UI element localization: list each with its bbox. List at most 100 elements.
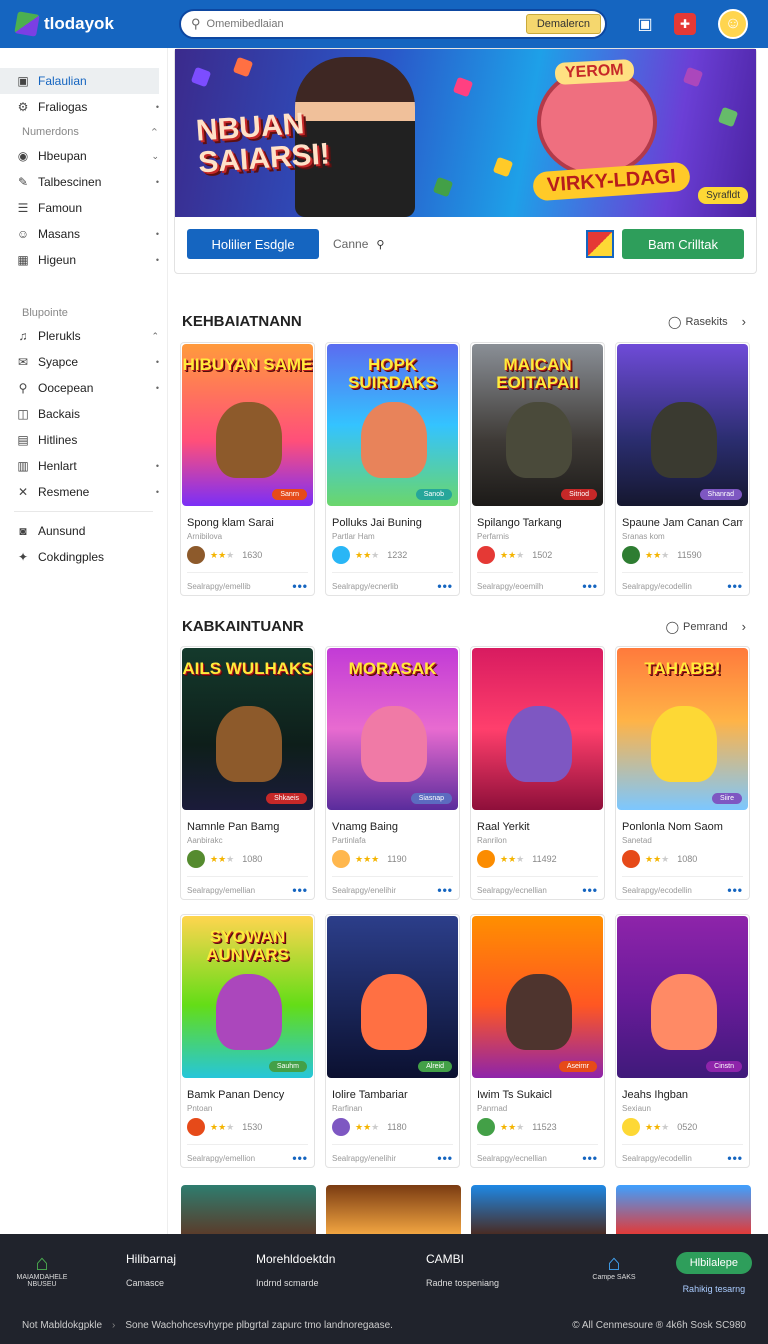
game-card[interactable]: HOPK SUIRDAKS Sanob Polluks Jai Buning Part… — [325, 342, 460, 596]
game-thumbnail[interactable]: MAICAN EOITAPAII Sitriod — [472, 344, 603, 506]
game-name[interactable]: Jeahs Ihgban — [622, 1089, 743, 1101]
sidebar-item[interactable]: ☰ Famoun — [16, 195, 159, 221]
game-thumbnail[interactable]: AILS WULHAKS Shkaeis — [182, 648, 313, 810]
section-more-link[interactable]: ◯ Rasekits › — [668, 314, 746, 329]
game-card-partial[interactable] — [181, 1185, 316, 1235]
game-name[interactable]: Ponlonla Nom Saom — [622, 821, 743, 833]
logo[interactable]: tlodayok — [14, 11, 176, 37]
footer-column-title[interactable]: Morehldoektdn — [256, 1252, 426, 1266]
game-name[interactable]: Iolire Tambariar — [332, 1089, 453, 1101]
game-name[interactable]: Spong klam Sarai — [187, 517, 308, 529]
game-footer: Sealrapgy/ecodellin ••• — [622, 572, 743, 593]
sidebar-item[interactable]: ◫ Backais — [16, 401, 159, 427]
game-card[interactable]: TAHABB! Siire Ponlonla Nom Saom Sanetad ★★★ 1… — [615, 646, 750, 900]
footer-home[interactable]: ⌂ MAIAMDAHELE NBUSEU — [16, 1252, 68, 1289]
more-options-icon[interactable]: ••• — [437, 579, 453, 593]
sidebar-item[interactable]: ♫ Plerukls ⌃ — [16, 323, 160, 349]
more-options-icon[interactable]: ••• — [437, 1151, 453, 1165]
search-input[interactable] — [206, 18, 526, 30]
game-thumbnail[interactable]: SYOWAN AUNVARS Sauhm — [182, 916, 313, 1078]
footer-column-title[interactable]: CAMBI — [426, 1252, 576, 1266]
game-tag: Alreid — [418, 1061, 452, 1072]
more-options-icon[interactable]: ••• — [582, 579, 598, 593]
sidebar-item-label: Famoun — [38, 201, 83, 215]
sidebar-item[interactable]: ✎ Talbescinen • — [16, 169, 159, 195]
sidebar-item[interactable]: ✦ Cokdingples — [16, 544, 159, 570]
notifications-icon[interactable]: ▣ — [634, 13, 656, 35]
footer-column-sub[interactable]: Radne tospeniang — [426, 1278, 576, 1288]
footer-cta-sub[interactable]: Rahikig tesarng — [676, 1284, 752, 1294]
avatar[interactable]: ☺ — [718, 9, 748, 39]
game-card[interactable]: Cinstn Jeahs Ihgban Sexiaun ★★★ 0520 Sealrapg… — [615, 914, 750, 1168]
more-options-icon[interactable]: ••• — [582, 883, 598, 897]
game-grid: SYOWAN AUNVARS Sauhm Bamk Panan Dency Pntoa… — [180, 914, 750, 1168]
game-name[interactable]: Bamk Panan Dency — [187, 1089, 308, 1101]
game-thumbnail[interactable]: HIBUYAN SAME Sanrn — [182, 344, 313, 506]
game-card[interactable]: Aseirnr Iwim Ts Sukaicl Panrnad ★★★ 11523 Sea… — [470, 914, 605, 1168]
game-card-partial[interactable] — [616, 1185, 751, 1235]
game-name[interactable]: Spaune Jam Canan Cam — [622, 517, 743, 529]
flag-icon[interactable] — [586, 230, 614, 258]
game-card[interactable]: MAICAN EOITAPAII Sitriod Spilango Tarkang P… — [470, 342, 605, 596]
sidebar-item[interactable]: ▤ Hitlines — [16, 427, 159, 453]
game-card-partial[interactable] — [326, 1185, 461, 1235]
game-card-partial[interactable] — [471, 1185, 606, 1235]
sidebar-item[interactable]: ▣ Falaulian — [0, 68, 159, 94]
sidebar-item[interactable]: ◙ Aunsund — [16, 518, 159, 544]
footer-cta-button[interactable]: Hlbilalepe — [675, 1252, 752, 1274]
more-options-icon[interactable]: ••• — [582, 1151, 598, 1165]
game-card[interactable]: SYOWAN AUNVARS Sauhm Bamk Panan Dency Pntoa… — [180, 914, 315, 1168]
gift-icon[interactable]: ✚ — [674, 13, 696, 35]
game-thumbnail[interactable]: Aseirnr — [472, 916, 603, 1078]
more-options-icon[interactable]: ••• — [292, 883, 308, 897]
more-options-icon[interactable]: ••• — [292, 579, 308, 593]
sidebar-item[interactable]: ▦ Higeun • — [16, 247, 159, 273]
game-card[interactable]: AILS WULHAKS Shkaeis Namnle Pan Bamg Aanbir… — [180, 646, 315, 900]
sidebar-item[interactable]: ⚙ Fraliogas • — [16, 94, 159, 120]
footer-bottom-left[interactable]: Not Mabldokgpkle — [22, 1320, 102, 1331]
game-name[interactable]: Polluks Jai Buning — [332, 517, 453, 529]
game-card[interactable]: MORASAK Siasnap Vnamg Baing Partinlafa ★★★ 11… — [325, 646, 460, 900]
game-thumbnail[interactable]: HOPK SUIRDAKS Sanob — [327, 344, 458, 506]
game-name[interactable]: Namnle Pan Bamg — [187, 821, 308, 833]
game-name[interactable]: Iwim Ts Sukaicl — [477, 1089, 598, 1101]
sidebar-item[interactable]: ◉ Hbeupan ⌄ — [16, 143, 159, 169]
game-thumbnail[interactable]: Cinstn — [617, 916, 748, 1078]
game-card[interactable]: HIBUYAN SAME Sanrn Spong klam Sarai Arnibil… — [180, 342, 315, 596]
more-options-icon[interactable]: ••• — [437, 883, 453, 897]
game-thumbnail[interactable]: MORASAK Siasnap — [327, 648, 458, 810]
sidebar-section-header[interactable]: Numerdons ⌃ — [22, 126, 159, 139]
featured-banner[interactable]: NBUAN SAIARSI! YEROM VIRKY-LDAGI Syrafld… — [175, 49, 756, 217]
banner-badge[interactable]: Syrafldt — [698, 187, 748, 204]
developer-avatar — [477, 1118, 495, 1136]
primary-action-button[interactable]: Holilier Esdgle — [187, 229, 319, 259]
section-more-link[interactable]: ◯ Pemrand › — [666, 619, 746, 634]
more-options-icon[interactable]: ••• — [727, 1151, 743, 1165]
sidebar-item[interactable]: ✉ Syapce • — [16, 349, 159, 375]
game-name[interactable]: Vnamg Baing — [332, 821, 453, 833]
game-name[interactable]: Raal Yerkit — [477, 821, 598, 833]
game-meta: ★★★ 1502 — [477, 546, 598, 564]
category-search[interactable]: Canne ⚲ — [333, 237, 384, 251]
more-options-icon[interactable]: ••• — [727, 579, 743, 593]
game-thumbnail[interactable]: TAHABB! Siire — [617, 648, 748, 810]
more-options-icon[interactable]: ••• — [727, 883, 743, 897]
game-thumbnail[interactable]: Alreid — [327, 916, 458, 1078]
green-action-button[interactable]: Bam Crilltak — [622, 229, 744, 259]
game-card[interactable]: Raal Yerkit Ranrilon ★★★ 11492 Sealrapgy/ecn… — [470, 646, 605, 900]
more-options-icon[interactable]: ••• — [292, 1151, 308, 1165]
game-card[interactable]: Alreid Iolire Tambariar Rarfinan ★★★ 1180 Sea… — [325, 914, 460, 1168]
sidebar-item[interactable]: ▥ Henlart • — [16, 453, 159, 479]
game-card[interactable]: Shanrad Spaune Jam Canan Cam Sranas kom ★★★… — [615, 342, 750, 596]
footer-column-title[interactable]: Hilibarnaj — [126, 1252, 256, 1266]
game-name[interactable]: Spilango Tarkang — [477, 517, 598, 529]
footer-column-sub[interactable]: Indrnd scmarde — [256, 1278, 426, 1288]
game-thumbnail[interactable]: Shanrad — [617, 344, 748, 506]
search-button[interactable]: Demalercn — [525, 14, 601, 34]
sidebar-item[interactable]: ⚲ Oocepean • — [16, 375, 159, 401]
footer-column-sub[interactable]: Camasce — [126, 1278, 256, 1288]
game-thumbnail[interactable] — [472, 648, 603, 810]
sidebar-item[interactable]: ☺ Masans • — [16, 221, 159, 247]
sidebar-item[interactable]: ✕ Resmene • — [16, 479, 159, 505]
footer-shop[interactable]: ⌂ Campe SAKS — [588, 1252, 640, 1282]
